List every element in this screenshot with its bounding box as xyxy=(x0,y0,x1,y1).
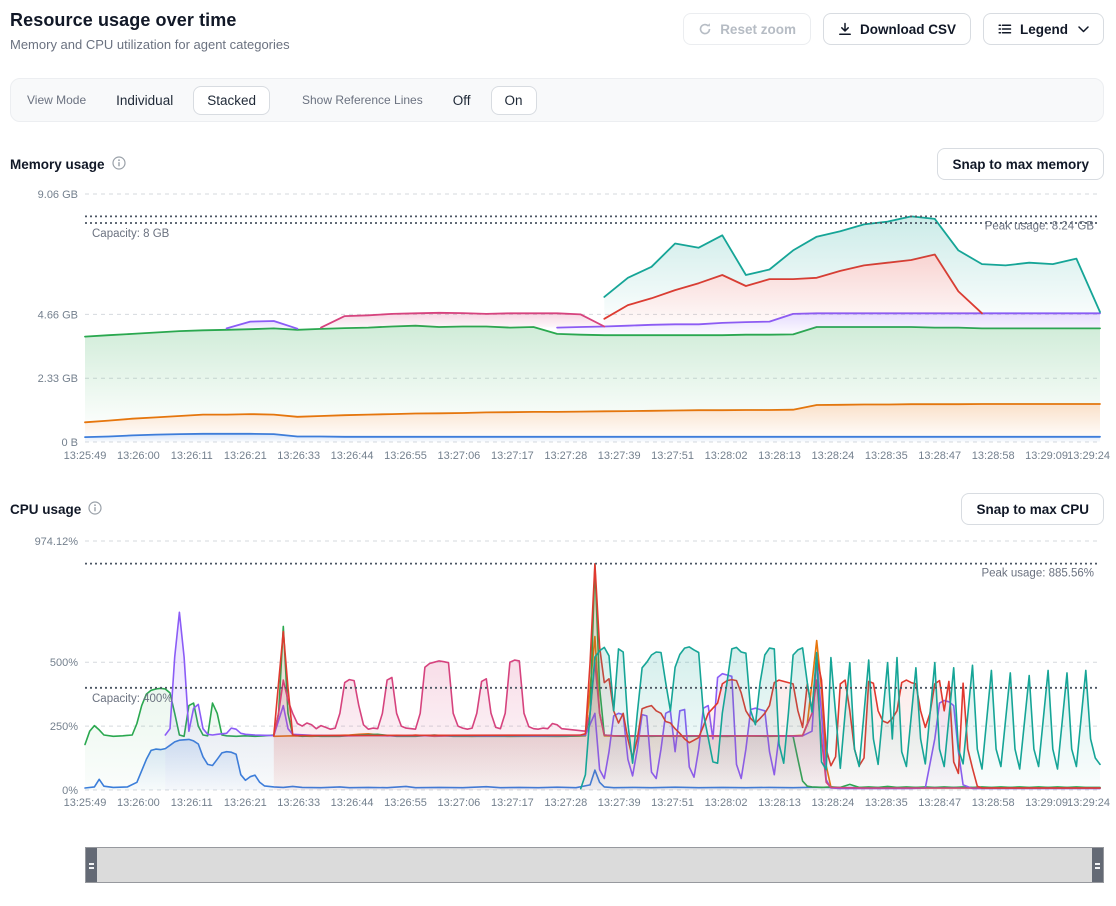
cpu-usage-chart[interactable]: 974.12% 500% 250% 0%13:25:49 13:26:00 13:26:1… xyxy=(0,527,1116,817)
svg-text:13:29:24: 13:29:24 xyxy=(1067,450,1110,462)
legend-list-icon xyxy=(998,22,1012,36)
svg-text:13:26:55: 13:26:55 xyxy=(384,797,427,809)
reset-icon xyxy=(698,22,712,36)
chart-options-toolbar: View Mode Individual Stacked Show Refere… xyxy=(10,78,1104,122)
svg-text:13:27:51: 13:27:51 xyxy=(651,450,694,462)
svg-text:13:27:51: 13:27:51 xyxy=(651,797,694,809)
reset-zoom-label: Reset zoom xyxy=(720,22,796,37)
svg-text:13:29:09: 13:29:09 xyxy=(1025,797,1068,809)
reference-lines-label: Show Reference Lines xyxy=(302,93,423,107)
download-csv-button[interactable]: Download CSV xyxy=(823,13,971,45)
cpu-title-text: CPU usage xyxy=(10,502,81,517)
header-actions: Reset zoom Download CSV Legend xyxy=(683,13,1104,45)
svg-text:13:26:11: 13:26:11 xyxy=(171,797,213,809)
svg-text:13:28:35: 13:28:35 xyxy=(865,797,908,809)
svg-text:13:26:44: 13:26:44 xyxy=(331,450,374,462)
view-mode-stacked[interactable]: Stacked xyxy=(193,86,270,115)
svg-text:13:26:33: 13:26:33 xyxy=(277,797,320,809)
svg-text:13:26:21: 13:26:21 xyxy=(224,450,267,462)
svg-text:0 B: 0 B xyxy=(61,437,78,449)
svg-text:13:28:02: 13:28:02 xyxy=(705,450,748,462)
svg-text:13:28:58: 13:28:58 xyxy=(972,450,1015,462)
svg-text:13:29:24: 13:29:24 xyxy=(1067,797,1110,809)
memory-usage-chart[interactable]: 9.06 GB 4.66 GB 2.33 GB 0 B13:25:49 13:26:00… xyxy=(0,182,1116,467)
svg-text:500%: 500% xyxy=(50,657,78,669)
svg-text:13:26:00: 13:26:00 xyxy=(117,450,160,462)
view-mode-individual[interactable]: Individual xyxy=(102,86,187,115)
svg-text:13:27:17: 13:27:17 xyxy=(491,797,534,809)
memory-section-title: Memory usage xyxy=(10,156,126,173)
svg-text:13:28:35: 13:28:35 xyxy=(865,450,908,462)
svg-text:13:28:13: 13:28:13 xyxy=(758,797,801,809)
svg-text:Capacity: 8 GB: Capacity: 8 GB xyxy=(92,228,170,240)
svg-text:13:26:44: 13:26:44 xyxy=(331,797,374,809)
svg-text:2.33 GB: 2.33 GB xyxy=(38,373,78,385)
page-subtitle: Memory and CPU utilization for agent cat… xyxy=(10,37,290,52)
svg-text:13:27:28: 13:27:28 xyxy=(544,797,587,809)
svg-text:0%: 0% xyxy=(62,785,78,797)
cpu-section-header: CPU usage Snap to max CPU xyxy=(10,493,1104,525)
info-icon[interactable] xyxy=(112,156,126,173)
svg-text:13:27:28: 13:27:28 xyxy=(544,450,587,462)
svg-text:13:25:49: 13:25:49 xyxy=(64,797,107,809)
svg-text:250%: 250% xyxy=(50,721,78,733)
svg-text:13:26:00: 13:26:00 xyxy=(117,797,160,809)
brush-handle-right[interactable] xyxy=(1092,848,1103,882)
page-header: Resource usage over time Memory and CPU … xyxy=(0,0,1116,52)
download-icon xyxy=(838,22,852,36)
info-icon[interactable] xyxy=(88,501,102,518)
reference-lines-off[interactable]: Off xyxy=(439,86,485,115)
page-title: Resource usage over time xyxy=(10,10,290,31)
svg-text:13:28:02: 13:28:02 xyxy=(705,797,748,809)
resource-usage-page: Resource usage over time Memory and CPU … xyxy=(0,0,1116,906)
svg-text:13:27:39: 13:27:39 xyxy=(598,450,641,462)
cpu-section-title: CPU usage xyxy=(10,501,102,518)
svg-text:974.12%: 974.12% xyxy=(35,536,79,548)
svg-text:13:28:47: 13:28:47 xyxy=(918,450,961,462)
svg-text:13:27:17: 13:27:17 xyxy=(491,450,534,462)
legend-label: Legend xyxy=(1020,22,1068,37)
time-range-brush[interactable] xyxy=(85,847,1104,883)
brush-handle-left[interactable] xyxy=(86,848,97,882)
view-mode-label: View Mode xyxy=(27,93,86,107)
svg-text:Peak usage: 885.56%: Peak usage: 885.56% xyxy=(981,568,1094,580)
svg-text:13:29:09: 13:29:09 xyxy=(1025,450,1068,462)
reset-zoom-button[interactable]: Reset zoom xyxy=(683,13,811,45)
svg-text:13:26:33: 13:26:33 xyxy=(277,450,320,462)
svg-text:Capacity: 400%: Capacity: 400% xyxy=(92,693,173,705)
svg-text:13:27:06: 13:27:06 xyxy=(437,797,480,809)
svg-text:13:26:21: 13:26:21 xyxy=(224,797,267,809)
reference-lines-on[interactable]: On xyxy=(491,86,537,115)
svg-text:13:27:39: 13:27:39 xyxy=(598,797,641,809)
chevron-down-icon xyxy=(1078,26,1089,33)
svg-text:13:28:13: 13:28:13 xyxy=(758,450,801,462)
svg-text:4.66 GB: 4.66 GB xyxy=(38,309,78,321)
download-csv-label: Download CSV xyxy=(860,22,956,37)
memory-title-text: Memory usage xyxy=(10,157,105,172)
svg-text:13:25:49: 13:25:49 xyxy=(64,450,107,462)
header-titles: Resource usage over time Memory and CPU … xyxy=(10,10,290,52)
svg-text:13:28:24: 13:28:24 xyxy=(811,797,854,809)
legend-button[interactable]: Legend xyxy=(983,13,1104,45)
svg-text:13:27:06: 13:27:06 xyxy=(437,450,480,462)
memory-section-header: Memory usage Snap to max memory xyxy=(10,148,1104,180)
svg-text:13:26:11: 13:26:11 xyxy=(171,450,213,462)
svg-text:9.06 GB: 9.06 GB xyxy=(38,189,78,201)
svg-text:13:28:47: 13:28:47 xyxy=(918,797,961,809)
svg-text:Peak usage: 8.24 GB: Peak usage: 8.24 GB xyxy=(985,220,1095,232)
snap-max-memory-button[interactable]: Snap to max memory xyxy=(937,148,1104,180)
svg-text:13:28:24: 13:28:24 xyxy=(811,450,854,462)
svg-text:13:26:55: 13:26:55 xyxy=(384,450,427,462)
svg-text:13:28:58: 13:28:58 xyxy=(972,797,1015,809)
snap-max-cpu-button[interactable]: Snap to max CPU xyxy=(961,493,1104,525)
